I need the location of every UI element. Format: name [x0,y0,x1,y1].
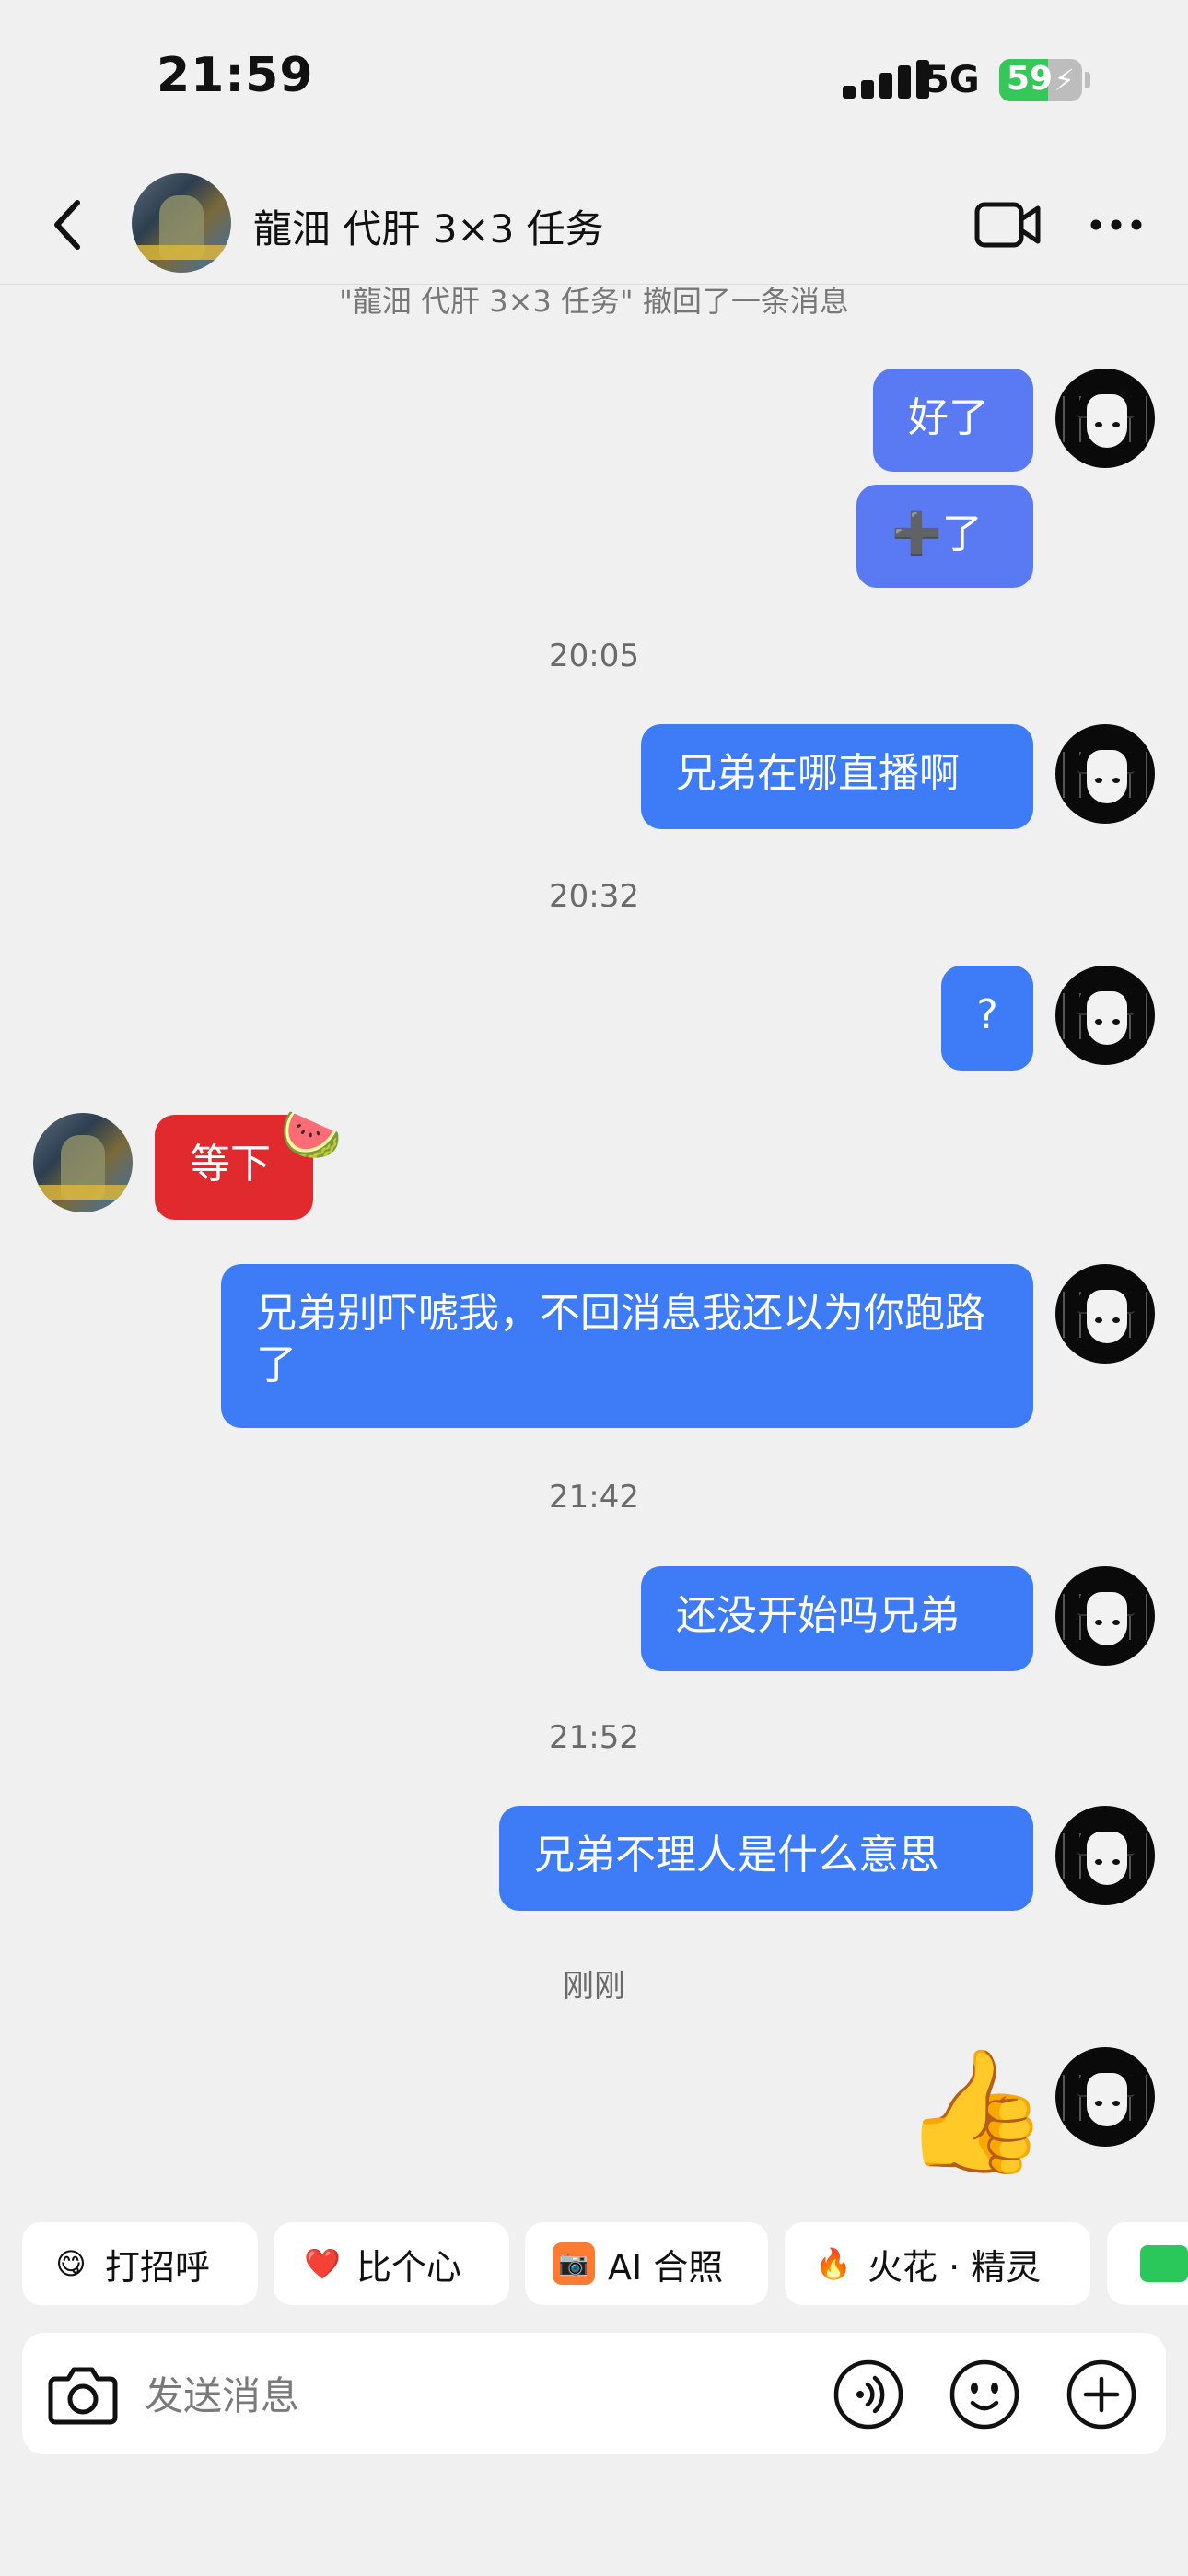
chip-label: 比个心 [356,2246,462,2288]
message-bubble-sent[interactable]: 兄弟别吓唬我，不回消息我还以为你跑路了 [221,1264,1033,1428]
message-bubble-sent[interactable]: ➕了 [856,485,1033,588]
time-separator: 20:32 [549,878,639,915]
battery-cap [1085,72,1090,88]
emoji-icon[interactable] [949,2359,1020,2430]
time-separator: 20:05 [549,638,639,674]
chip-label: 火花 · 精灵 [868,2246,1042,2288]
my-avatar[interactable] [1055,369,1155,468]
thumbs-up-emoji-icon[interactable]: 👍 [901,2042,1050,2180]
quick-reply-video[interactable] [1107,2222,1188,2305]
quick-reply-ai-photo[interactable]: 📷 AI 合照 [525,2222,768,2305]
my-avatar[interactable] [1055,724,1155,824]
battery-indicator: 59 ⚡ [999,59,1082,101]
quick-reply-heart[interactable]: ❤️ 比个心 [274,2222,509,2305]
battery-percent: 59 [1007,60,1054,98]
recall-notice: "龍沺 代肝 3×3 任务" 撤回了一条消息 [339,284,849,319]
voice-icon[interactable] [833,2359,904,2430]
smile-emoji-icon: 😋 [55,2246,87,2281]
contact-avatar[interactable] [132,173,231,273]
time-separator: 刚刚 [563,1968,625,2005]
message-input[interactable] [143,2364,791,2427]
chat-title[interactable]: 龍沺 代肝 3×3 任务 [253,198,604,254]
message-bubble-sent[interactable]: ? [941,966,1033,1071]
fire-icon: 🔥 [815,2246,852,2281]
my-avatar[interactable] [1055,966,1155,1065]
message-bubble-sent[interactable]: 兄弟不理人是什么意思 [499,1806,1033,1911]
camera-icon[interactable] [48,2364,118,2425]
watermelon-sticker-icon: 🍉 [280,1106,343,1164]
my-avatar[interactable] [1055,2047,1155,2147]
plus-icon[interactable] [1066,2359,1137,2430]
my-avatar[interactable] [1055,1806,1155,1905]
status-time: 21:59 [157,48,314,103]
video-chat-icon [1140,2245,1188,2282]
my-avatar[interactable] [1055,1264,1155,1364]
message-bubble-sent[interactable]: 好了 [873,369,1033,472]
quick-reply-spark[interactable]: 🔥 火花 · 精灵 [785,2222,1090,2305]
charging-icon: ⚡ [1054,63,1075,98]
message-bubble-sent[interactable]: 兄弟在哪直播啊 [641,724,1033,829]
contact-avatar[interactable] [33,1113,133,1212]
back-icon[interactable] [41,195,99,254]
quick-reply-greet[interactable]: 😋 打招呼 [22,2222,258,2305]
heart-icon: ❤️ [304,2246,341,2281]
time-separator: 21:42 [549,1479,639,1516]
ai-photo-icon: 📷 [553,2242,595,2285]
video-call-icon[interactable] [974,199,1041,251]
message-bubble-sent[interactable]: 还没开始吗兄弟 [641,1566,1033,1671]
my-avatar[interactable] [1055,1566,1155,1666]
chip-label: 打招呼 [105,2246,211,2288]
more-icon[interactable] [1087,208,1146,241]
signal-icon [843,60,929,99]
chip-label: AI 合照 [608,2246,724,2288]
network-type: 5G [924,59,980,101]
time-separator: 21:52 [549,1719,639,1756]
